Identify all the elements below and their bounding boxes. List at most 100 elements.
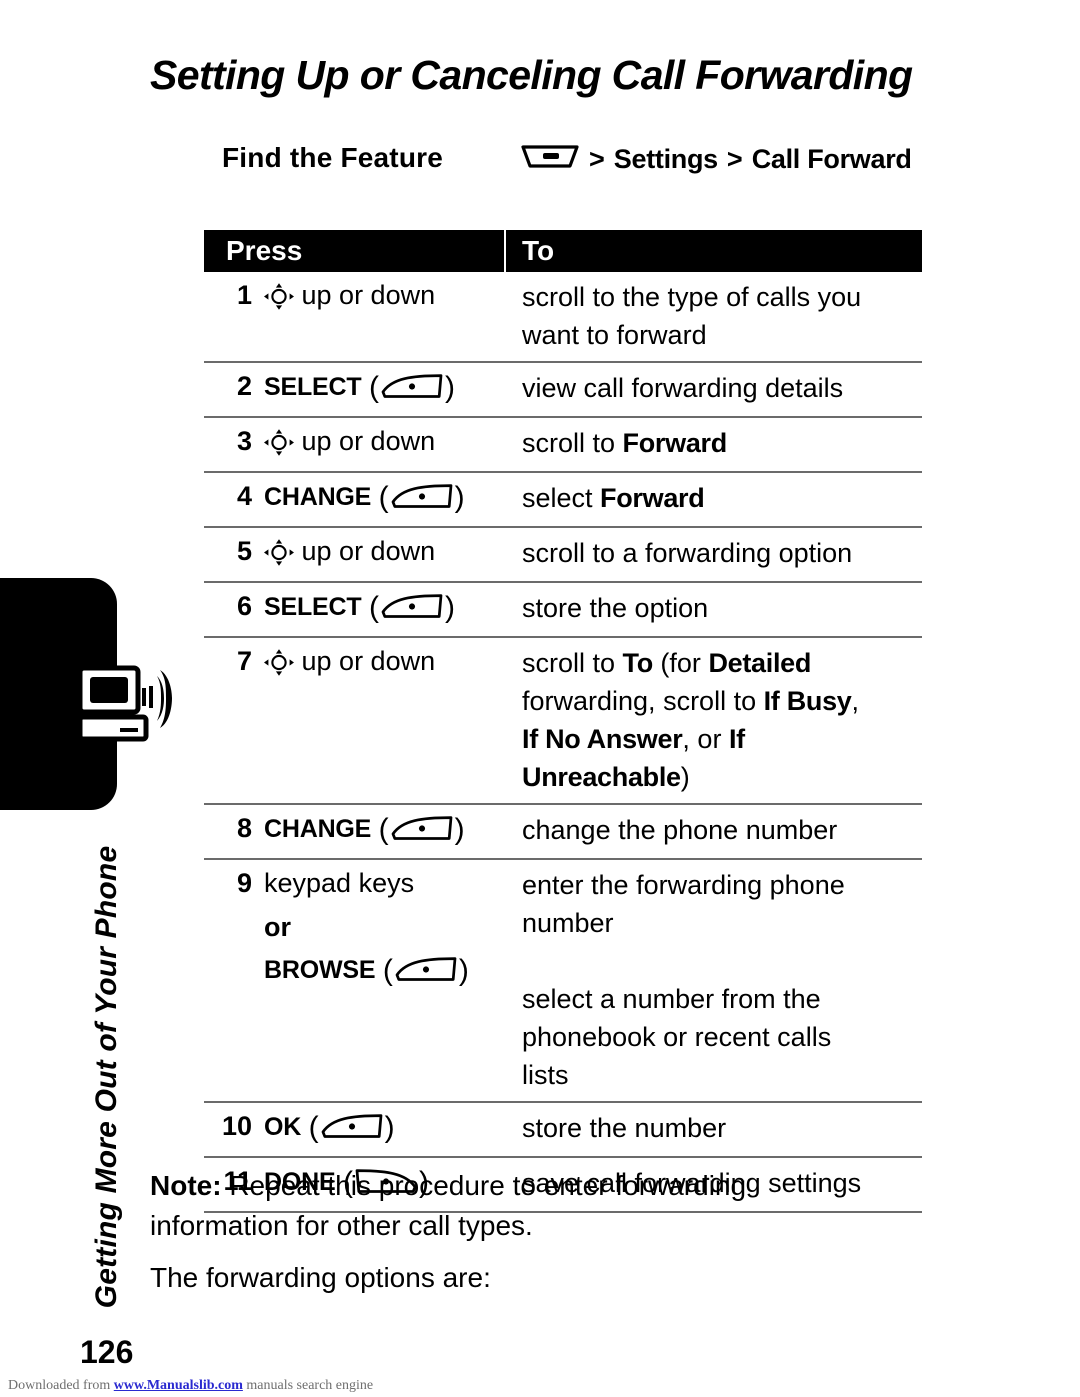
table-row: 1 up or down scroll to the type of calls… — [204, 272, 922, 363]
to-cell: scroll to Forward — [508, 418, 922, 471]
press-text: up or down — [301, 646, 436, 676]
paren-close: ) — [454, 813, 465, 846]
to-keyword: To — [622, 648, 654, 678]
to-cell: enter the forwarding phone number select… — [508, 860, 922, 1101]
soft-key-label: SELECT — [264, 373, 362, 401]
note-label: Note: — [150, 1170, 222, 1201]
paren-close: ) — [384, 1111, 395, 1144]
press-cell: 5 up or down — [204, 528, 508, 581]
soft-key-label: BROWSE — [264, 956, 376, 984]
press-body-alt: BROWSE () — [264, 948, 504, 992]
to-cell: scroll to a forwarding option — [508, 528, 922, 581]
press-body: up or down — [264, 278, 435, 318]
left-soft-key-icon — [389, 814, 455, 851]
press-text: up or down — [301, 280, 436, 310]
to-line: want to forward — [522, 320, 707, 350]
path-separator-1: > — [589, 144, 605, 174]
step-number: 1 — [236, 280, 252, 310]
paren-close: ) — [458, 954, 469, 987]
steps-table: Press To 1 up or down scroll to the type… — [204, 230, 922, 1213]
find-the-feature-path: > Settings > Call Forward — [520, 142, 912, 177]
to-cell: view call forwarding details — [508, 363, 922, 416]
path-call-forward: Call Forward — [751, 144, 912, 174]
paren-open: ( — [368, 371, 379, 404]
to-line: If No Answer, or If Unreachable) — [522, 720, 918, 796]
step-number: 5 — [236, 536, 252, 566]
to-keyword: Forward — [622, 428, 728, 458]
to-line: number — [522, 908, 614, 938]
to-line: scroll to the type of calls you — [522, 282, 862, 312]
to-prefix: scroll to — [522, 428, 623, 458]
column-header-press: Press — [204, 230, 506, 272]
paren-open: ( — [368, 591, 379, 624]
paren-open: ( — [378, 813, 389, 846]
table-row: 9 keypad keys or BROWSE () enter the forw… — [204, 860, 922, 1103]
table-row: 2 SELECT () view call forwarding details — [204, 363, 922, 418]
left-soft-key-icon — [379, 592, 445, 629]
step-number: 4 — [236, 481, 252, 511]
to-keyword: If No Answer — [522, 724, 683, 754]
forwarding-options-intro: The forwarding options are: — [150, 1262, 491, 1293]
to-text: forwarding, scroll to — [522, 686, 764, 716]
press-body: CHANGE () — [264, 479, 465, 519]
to-line: select a number from the — [522, 984, 821, 1014]
table-row: 6 SELECT () store the option — [204, 583, 922, 638]
press-body: up or down — [264, 644, 435, 684]
press-cell: 7 up or down — [204, 638, 508, 803]
find-the-feature-row: Find the Feature > Settings > Call Forwa… — [222, 142, 942, 182]
press-body: keypad keys — [264, 866, 414, 900]
paren-close: ) — [454, 481, 465, 514]
to-text: ) — [680, 762, 690, 792]
to-line: view call forwarding details — [522, 373, 844, 403]
to-cell: change the phone number — [508, 805, 922, 858]
soft-key-label: CHANGE — [264, 483, 372, 511]
press-text: up or down — [301, 426, 436, 456]
press-body: up or down — [264, 534, 435, 574]
table-row: 8 CHANGE () change the phone number — [204, 805, 922, 860]
step-number: 9 — [236, 868, 252, 898]
to-line: change the phone number — [522, 815, 838, 845]
to-keyword: Forward — [600, 483, 705, 513]
table-row: 10 OK () store the number — [204, 1103, 922, 1158]
to-line: store the option — [522, 593, 709, 623]
to-text: , — [851, 686, 860, 716]
to-keyword: Detailed — [708, 648, 812, 678]
nav-key-icon — [264, 283, 294, 318]
to-keyword: If Busy — [763, 686, 852, 716]
press-cell: 6 SELECT () — [204, 583, 508, 636]
to-prefix: select — [522, 483, 601, 513]
press-cell: 10 OK () — [204, 1103, 508, 1156]
nav-key-icon — [264, 539, 294, 574]
path-settings: Settings — [613, 144, 718, 174]
footer-link[interactable]: www.Manualslib.com — [114, 1378, 243, 1393]
footer-suffix: manuals search engine — [242, 1378, 374, 1393]
to-line: enter the forwarding phone — [522, 870, 845, 900]
press-cell: 2 SELECT () — [204, 363, 508, 416]
step-number: 8 — [236, 813, 252, 843]
page-title: Setting Up or Canceling Call Forwarding — [150, 52, 913, 98]
paren-open: ( — [378, 481, 389, 514]
step-number: 10 — [221, 1111, 252, 1141]
to-cell: store the option — [508, 583, 922, 636]
press-cell: 9 keypad keys or BROWSE () — [204, 860, 508, 1101]
to-spacer — [522, 942, 918, 980]
to-line: scroll to a forwarding option — [522, 538, 853, 568]
find-the-feature-label: Find the Feature — [222, 142, 443, 173]
soft-key-label: SELECT — [264, 593, 362, 621]
footer-prefix: Downloaded from — [8, 1378, 114, 1393]
left-soft-key-icon — [389, 482, 455, 519]
press-cell: 1 up or down — [204, 272, 508, 361]
to-cell: store the number — [508, 1103, 922, 1156]
table-row: 5 up or down scroll to a forwarding opti… — [204, 528, 922, 583]
note-block: Note: Repeat this procedure to enter for… — [150, 1166, 850, 1246]
to-line: phonebook or recent calls — [522, 1022, 832, 1052]
nav-key-icon — [264, 649, 294, 684]
table-row: 7 up or down scroll to To (for Detailed … — [204, 638, 922, 805]
soft-key-label: OK — [264, 1113, 302, 1141]
page-number: 126 — [80, 1334, 134, 1370]
to-line: lists — [522, 1060, 569, 1090]
step-number: 7 — [236, 646, 252, 676]
to-text: scroll to — [522, 648, 623, 678]
column-header-to: To — [522, 235, 555, 266]
step-number: 2 — [236, 371, 252, 401]
